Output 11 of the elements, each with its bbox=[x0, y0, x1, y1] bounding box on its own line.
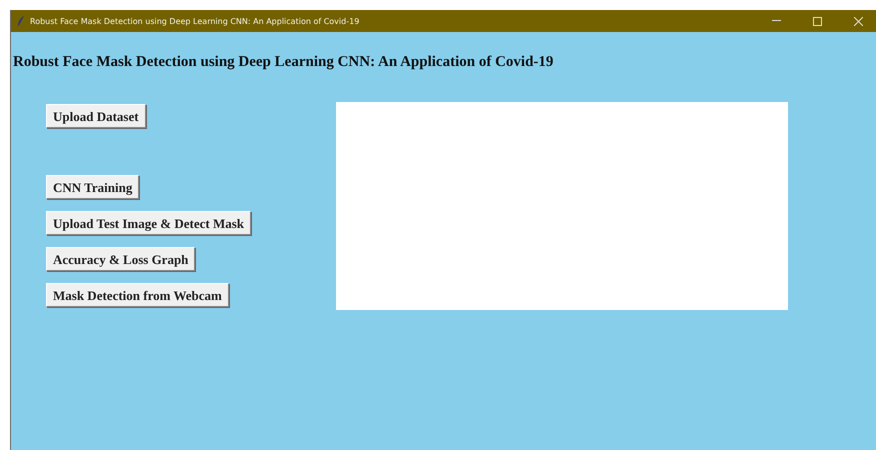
window-title: Robust Face Mask Detection using Deep Learning CNN: An Application of Covid-19 bbox=[30, 16, 360, 26]
action-button[interactable]: CNN Training bbox=[46, 175, 140, 199]
close-icon bbox=[854, 16, 862, 26]
minimize-icon bbox=[772, 20, 780, 22]
maximize-icon bbox=[812, 16, 822, 26]
action-button[interactable]: Accuracy & Loss Graph bbox=[46, 247, 196, 271]
action-button[interactable]: Upload Test Image & Detect Mask bbox=[46, 211, 252, 235]
action-button[interactable]: Upload Dataset bbox=[46, 104, 146, 128]
action-button[interactable]: Mask Detection from Webcam bbox=[46, 283, 229, 307]
feather-icon bbox=[17, 16, 25, 26]
app-heading: Robust Face Mask Detection using Deep Learning CNN: An Application of Covid-19 bbox=[13, 54, 554, 71]
